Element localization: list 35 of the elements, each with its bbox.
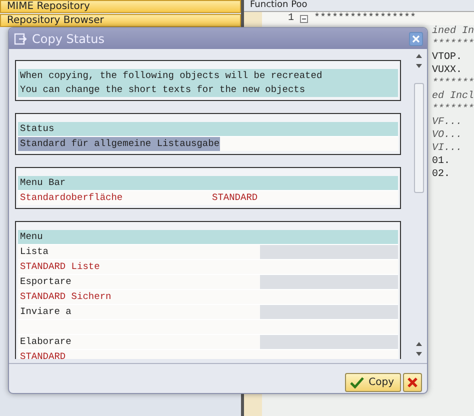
code-line: VI... xyxy=(432,143,462,154)
code-line: ined In xyxy=(432,26,474,37)
cancel-button[interactable] xyxy=(403,373,422,392)
code-line: ******* xyxy=(432,78,474,89)
line-number: 1 xyxy=(288,12,294,25)
section-heading: Menu Bar xyxy=(18,176,398,190)
document-icon xyxy=(14,32,27,44)
code-line: VF... xyxy=(432,117,462,128)
info-text: You can change the short texts for the new objects xyxy=(18,83,398,97)
dialog-title: Copy Status xyxy=(32,32,106,46)
code-line: VUXX. xyxy=(432,65,462,76)
section-heading: Status xyxy=(18,122,398,136)
info-text: When copying, the following objects will be recreated xyxy=(18,69,398,83)
close-button[interactable] xyxy=(409,32,423,46)
code-text[interactable]: STANDARD xyxy=(210,191,258,205)
code-line: VTOP. xyxy=(432,52,462,63)
code-line: 02. xyxy=(432,169,450,180)
code-line: ***************** xyxy=(314,12,416,25)
tree-item[interactable]: Repository Browser xyxy=(0,14,241,27)
section-heading: Menu xyxy=(18,230,398,244)
code-line: ed Incl xyxy=(432,91,474,102)
close-icon xyxy=(412,34,420,42)
tree-item[interactable]: MIME Repository xyxy=(0,0,241,13)
code-line: ******* xyxy=(432,104,474,115)
code-line: 01. xyxy=(432,156,450,167)
code-text[interactable]: STANDARD xyxy=(18,350,66,359)
code-text[interactable]: Standardoberfläche xyxy=(18,191,210,205)
code-line: VO... xyxy=(432,130,462,141)
field-label: Function Poo xyxy=(250,0,308,10)
check-icon xyxy=(350,376,364,388)
status-text[interactable]: Standard für allgemeine Listausgabe xyxy=(18,137,220,151)
copy-button[interactable]: Copy xyxy=(344,373,401,392)
cancel-icon xyxy=(407,377,418,388)
code-line: ******* xyxy=(432,39,474,50)
collapse-icon[interactable] xyxy=(300,14,308,22)
